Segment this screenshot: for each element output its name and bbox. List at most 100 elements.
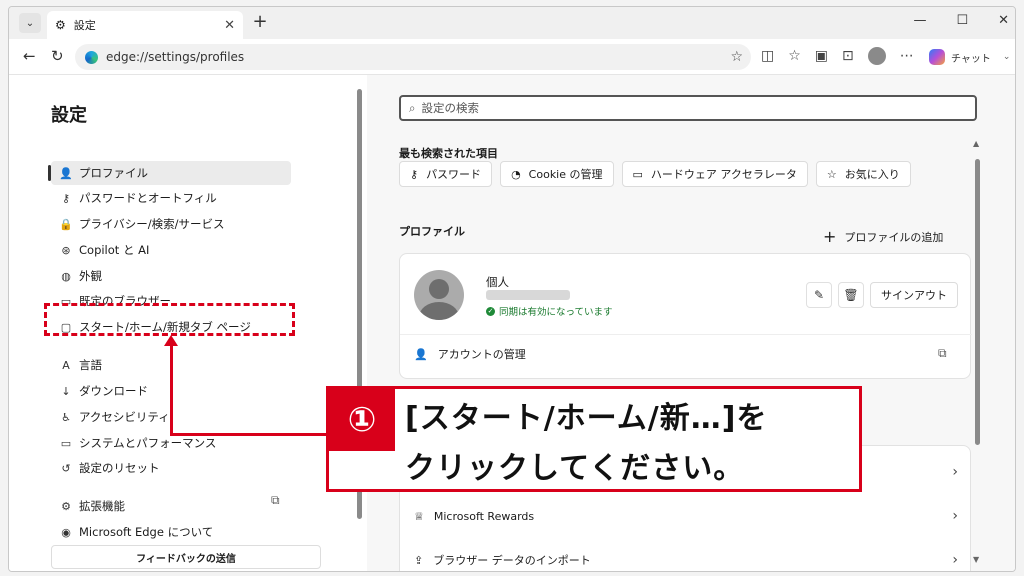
list-item-label: ブラウザー データのインポート — [433, 554, 591, 567]
sidebar-item-label: Microsoft Edge について — [79, 525, 214, 539]
most-searched-title: 最も検索された項目 — [399, 147, 498, 160]
sidebar-item-copilot[interactable]: ⊛ Copilot と AI — [51, 238, 291, 262]
profile-avatar-icon[interactable] — [867, 47, 886, 65]
sidebar-item-edge[interactable]: ◉ Microsoft Edge について — [51, 520, 291, 544]
profile-card: 個人 ✓ 同期は有効になっています ✎ 🗑 サインアウト 👤 アカウントの管理 … — [399, 253, 972, 379]
tab-title: 設定 — [73, 19, 96, 32]
refresh-icon[interactable]: ↻ — [51, 47, 64, 65]
sidebar-item-label: パスワードとオートフィル — [79, 191, 217, 205]
blurred-email — [486, 290, 570, 300]
sidebar-item-label: アクセシビリティ — [79, 410, 170, 424]
add-profile-button[interactable]: + プロファイルの追加 — [823, 227, 943, 246]
sidebar-item-label: ダウンロード — [79, 384, 148, 398]
chevron-down-icon: ⌄ — [1002, 52, 1011, 62]
sidebar-item-label: 言語 — [79, 358, 102, 372]
tab-actions-chevron-down-icon[interactable]: ⌄ — [19, 13, 41, 33]
copilot-icon — [929, 49, 945, 65]
minimize-icon[interactable]: — — [913, 13, 926, 28]
sidebar-item-palette[interactable]: ◍ 外観 — [51, 264, 291, 288]
list-item[interactable]: ⇪ ブラウザー データのインポート › — [414, 538, 958, 571]
split-screen-icon[interactable]: ◫ — [761, 48, 774, 64]
address-bar-row: ← ↻ edge://settings/profiles ☆ ◫ ☆ ▣ ⊡ ⋯… — [9, 39, 1015, 75]
sidebar-item-label: システムとパフォーマンス — [79, 436, 217, 450]
hardware-icon: ▭ — [632, 167, 643, 181]
chip-key[interactable]: ⚷ パスワード — [399, 161, 493, 187]
scroll-up-arrow-icon[interactable]: ▲ — [973, 139, 979, 148]
system-icon: ▭ — [60, 436, 72, 450]
gear-icon: ⚙ — [55, 18, 66, 32]
close-window-icon[interactable]: ✕ — [998, 13, 1009, 28]
edit-profile-pencil-icon[interactable]: ✎ — [806, 282, 832, 308]
chevron-right-icon: › — [952, 508, 958, 524]
key-icon: ⚷ — [410, 167, 419, 181]
sidebar-item-lock[interactable]: 🔒 プライバシー/検索/サービス — [51, 212, 291, 236]
import-icon: ⇪ — [414, 553, 424, 567]
instruction-line-1: [スタート/ホーム/新…]を — [405, 401, 768, 436]
main-scrollbar[interactable] — [975, 159, 980, 445]
list-item[interactable]: ♕ Microsoft Rewards › — [414, 494, 958, 538]
copilot-chat-button[interactable]: チャット ⌄ — [929, 45, 1010, 69]
new-tab-plus-icon[interactable]: + — [249, 13, 271, 33]
search-icon: ⌕ — [409, 100, 416, 115]
edge-icon: ◉ — [61, 525, 71, 539]
sidebar-item-profile[interactable]: 👤 プロファイル — [48, 161, 291, 185]
highlight-box — [44, 303, 295, 336]
instruction-callout: ① [スタート/ホーム/新…]を クリックしてください。 — [326, 386, 862, 492]
chip-label: お気に入り — [844, 168, 900, 181]
collections-icon[interactable]: ▣ — [815, 48, 828, 64]
rewards-icon: ♕ — [414, 509, 424, 523]
sidebar-item-reset[interactable]: ↺ 設定のリセット — [51, 456, 291, 480]
title-bar: ⌄ ⚙ 設定 ✕ + — ☐ ✕ — [9, 7, 1015, 39]
sidebar-item-label: Copilot と AI — [79, 243, 150, 257]
arrow-line-horizontal — [170, 433, 330, 436]
edge-logo-icon — [85, 50, 98, 64]
search-placeholder: 設定の検索 — [421, 101, 479, 115]
favorites-icon[interactable]: ☆ — [788, 48, 801, 64]
address-bar[interactable]: edge://settings/profiles ☆ — [75, 44, 751, 70]
chevron-right-icon: › — [952, 552, 958, 568]
more-menu-icon[interactable]: ⋯ — [900, 48, 914, 64]
cookie-icon: ◔ — [511, 167, 521, 181]
sync-status-text: 同期は有効になっています — [499, 307, 613, 318]
screenshot-icon[interactable]: ⊡ — [842, 48, 854, 64]
step-number: ① — [329, 389, 395, 451]
manage-account-label: アカウントの管理 — [437, 348, 526, 361]
person-icon: 👤 — [414, 347, 428, 361]
profile-section-title: プロファイル — [399, 225, 465, 238]
favorite-star-icon[interactable]: ☆ — [730, 49, 743, 65]
card-divider — [400, 334, 972, 335]
sidebar-item-label: 外観 — [79, 269, 102, 283]
delete-profile-trash-icon[interactable]: 🗑 — [838, 282, 864, 308]
settings-main: ⌕ 設定の検索 最も検索された項目 ⚷ パスワード ◔ Cookie の管理 ▭ ハードウ… — [367, 75, 1015, 571]
back-arrow-icon[interactable]: ← — [23, 47, 36, 65]
close-tab-icon[interactable]: ✕ — [224, 18, 235, 33]
reset-icon: ↺ — [61, 461, 71, 475]
chip-hardware[interactable]: ▭ ハードウェア アクセラレータ — [621, 161, 808, 187]
manage-account-link[interactable]: 👤 アカウントの管理 — [414, 346, 526, 362]
favorites-icon: ☆ — [826, 167, 837, 181]
chevron-right-icon: › — [952, 464, 958, 480]
tab-settings[interactable]: ⚙ 設定 ✕ — [47, 11, 243, 39]
sidebar-item-extensions[interactable]: ⚙ 拡張機能 — [51, 494, 291, 518]
settings-search-input[interactable]: ⌕ 設定の検索 — [399, 95, 977, 121]
profile-name: 個人 — [486, 275, 509, 289]
chip-label: Cookie の管理 — [528, 168, 603, 181]
signout-button[interactable]: サインアウト — [870, 282, 958, 308]
external-link-icon[interactable]: ⧉ — [938, 346, 947, 361]
arrow-line-vertical — [170, 344, 173, 436]
external-link-icon[interactable]: ⧉ — [271, 493, 280, 508]
feedback-button[interactable]: フィードバックの送信 — [51, 545, 321, 569]
accessibility-icon: ♿ — [61, 410, 71, 424]
chip-favorites[interactable]: ☆ お気に入り — [815, 161, 911, 187]
add-profile-label: プロファイルの追加 — [844, 230, 944, 244]
maximize-icon[interactable]: ☐ — [956, 13, 968, 28]
copilot-icon: ⊛ — [61, 243, 71, 257]
sidebar-item-label: プロファイル — [79, 166, 148, 180]
chip-cookie[interactable]: ◔ Cookie の管理 — [500, 161, 614, 187]
url-text: edge://settings/profiles — [106, 50, 245, 64]
list-item-label: Microsoft Rewards — [433, 509, 535, 523]
download-icon: ↓ — [61, 384, 71, 398]
scroll-down-arrow-icon[interactable]: ▼ — [973, 555, 979, 564]
sidebar-item-key[interactable]: ⚷ パスワードとオートフィル — [51, 186, 291, 210]
chip-label: パスワード — [426, 168, 482, 181]
